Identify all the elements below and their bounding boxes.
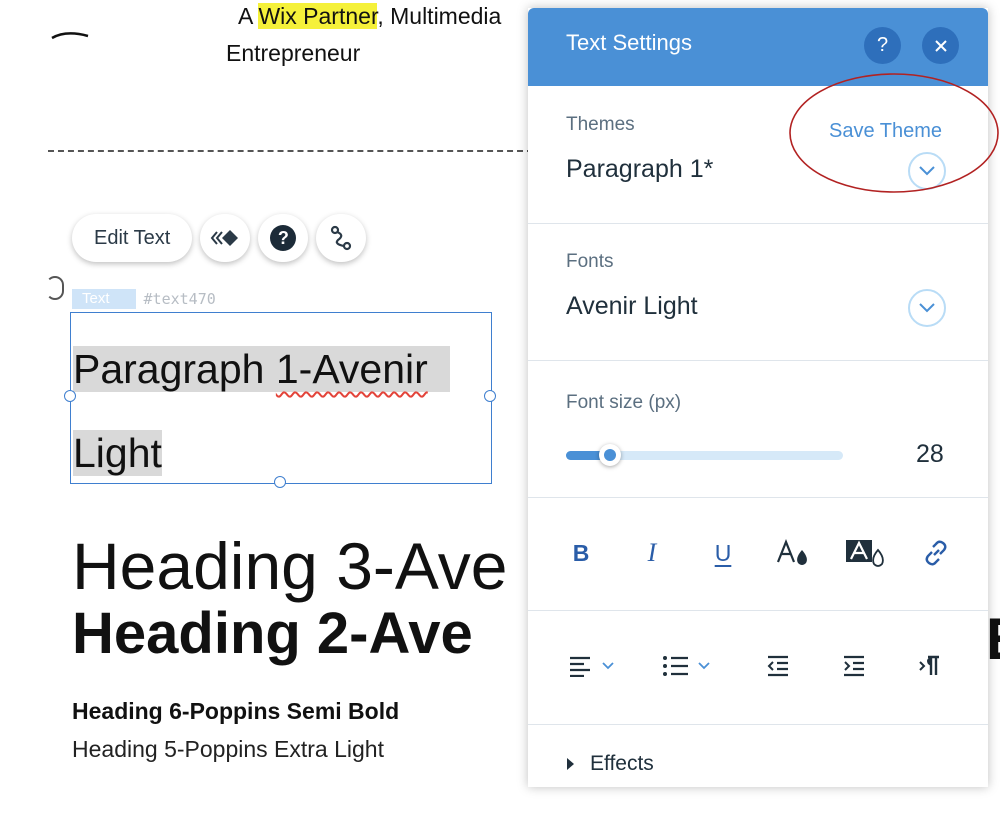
heading-2-text[interactable]: Heading 2-Ave (72, 600, 473, 667)
text-direction-button[interactable] (908, 646, 952, 686)
fonts-label: Fonts (566, 251, 614, 272)
text-color-icon (776, 539, 807, 565)
bullet-list-icon (663, 656, 688, 676)
question-icon: ? (270, 225, 297, 251)
fonts-section: Fonts Avenir Light (528, 223, 988, 361)
font-size-value[interactable]: 28 (916, 440, 944, 469)
highlight-color-button[interactable] (843, 533, 887, 573)
effects-toggle[interactable]: Effects (566, 752, 654, 776)
heading-2-overflow-text: E (986, 606, 1000, 673)
formatting-section: B I U (528, 497, 988, 611)
paragraph-line-1a: Paragraph (73, 346, 276, 392)
decrease-indent-icon (767, 655, 788, 677)
font-size-slider[interactable] (566, 444, 843, 466)
component-id-label: #text470 (143, 290, 216, 308)
selected-text-box[interactable]: Paragraph 1-Avenir Light (70, 312, 492, 484)
section-divider (48, 150, 533, 152)
fonts-dropdown-button[interactable] (908, 289, 946, 327)
link-button[interactable] (914, 533, 958, 573)
increase-indent-button[interactable] (832, 646, 876, 686)
edit-text-button[interactable]: Edit Text (72, 214, 193, 262)
resize-handle-bottom[interactable] (274, 476, 286, 488)
caret-right-icon (567, 758, 574, 770)
hero-tagline: A Wix Partner, Multimedia (238, 3, 501, 30)
component-type-label: Text (72, 289, 136, 309)
panel-title: Text Settings (566, 30, 692, 55)
paragraph-line-1b: 1-Avenir (275, 346, 428, 392)
annotation-circle (789, 73, 999, 193)
themes-value[interactable]: Paragraph 1* (566, 155, 713, 184)
connect-button[interactable] (316, 214, 367, 262)
decrease-indent-button[interactable] (756, 646, 800, 686)
heading-3-text[interactable]: Heading 3-Ave (72, 528, 507, 604)
tagline-prefix: A (238, 3, 259, 29)
highlight-color-icon (846, 540, 884, 567)
decorative-stroke (51, 32, 89, 40)
animation-icon (211, 230, 239, 246)
list-dropdown-button[interactable] (656, 646, 716, 686)
resize-handle-right[interactable] (484, 390, 496, 402)
text-settings-panel: Text Settings ? Themes Paragraph 1* Save… (528, 8, 999, 787)
resize-handle-left[interactable] (64, 390, 76, 402)
paragraph-text[interactable]: Paragraph 1-Avenir Light (73, 327, 483, 495)
align-left-icon (570, 656, 590, 677)
italic-icon: I (647, 538, 657, 567)
question-icon: ? (876, 34, 889, 56)
rotate-handle[interactable] (46, 276, 64, 300)
fonts-value[interactable]: Avenir Light (566, 292, 698, 321)
align-dropdown-button[interactable] (564, 646, 618, 686)
text-direction-icon (919, 655, 939, 675)
paragraph-line-2: Light (73, 430, 162, 476)
chevron-down-icon (919, 303, 935, 313)
underline-icon: U (714, 539, 732, 566)
tagline-highlight: Wix Partner (258, 3, 378, 29)
font-size-section: Font size (px) (528, 360, 988, 498)
chevron-down-icon (602, 662, 614, 670)
panel-help-button[interactable]: ? (864, 27, 901, 64)
connect-icon (331, 225, 352, 251)
heading-5-text[interactable]: Heading 5-Poppins Extra Light (72, 736, 384, 763)
themes-label: Themes (566, 114, 635, 135)
help-button[interactable]: ? (258, 214, 309, 262)
link-icon (925, 540, 947, 566)
chevron-down-icon (698, 662, 710, 670)
effects-label: Effects (590, 752, 654, 775)
panel-close-button[interactable] (922, 27, 959, 64)
font-size-label: Font size (px) (566, 392, 682, 413)
underline-button[interactable]: U (701, 533, 745, 573)
bold-icon: B (572, 539, 590, 566)
hero-subtitle: Entrepreneur (226, 40, 361, 66)
tagline-suffix: , Multimedia (377, 3, 502, 29)
close-icon (934, 39, 947, 52)
component-tag: Text #text470 (72, 289, 216, 309)
floating-toolbar: Edit Text ? (72, 213, 367, 263)
alignment-section (528, 610, 988, 725)
bold-button[interactable]: B (559, 533, 603, 573)
increase-indent-icon (844, 655, 864, 677)
animation-button[interactable] (200, 214, 251, 262)
italic-button[interactable]: I (630, 533, 674, 573)
heading-6-text[interactable]: Heading 6-Poppins Semi Bold (72, 698, 399, 725)
text-color-button[interactable] (772, 533, 816, 573)
